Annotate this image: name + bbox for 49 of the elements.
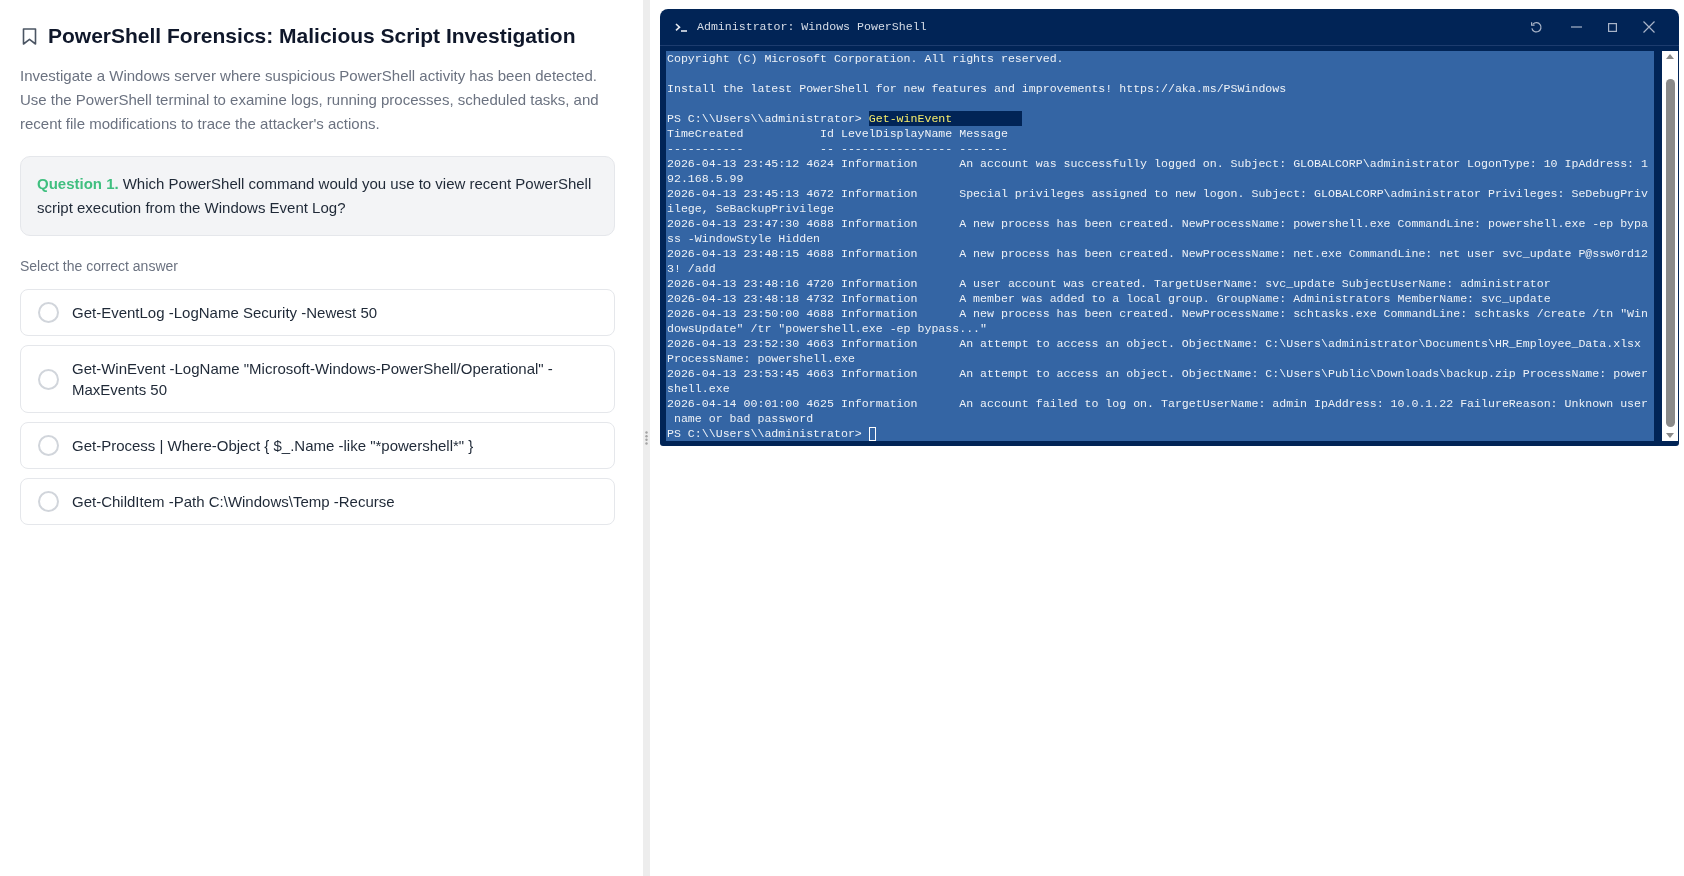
scroll-down-icon[interactable] bbox=[1666, 433, 1674, 438]
radio-button[interactable] bbox=[38, 302, 59, 323]
close-icon[interactable] bbox=[1643, 21, 1655, 33]
console-line: 2026-04-13 23:52:30 4663 Information An attempt to access an object. ObjectName: C:\Users\administrator\Documents\HR_Employee_Data.xlsx bbox=[667, 336, 1642, 351]
maximize-icon[interactable] bbox=[1608, 22, 1617, 32]
console-line: 2026-04-13 23:48:16 4720 Information A user account was created. TargetUserName: svc_update SubjectUserName: administrator bbox=[667, 276, 1551, 291]
answer-option[interactable]: Get-ChildItem -Path C:\Windows\Temp -Recurse bbox=[20, 478, 615, 525]
answer-instruction: Select the correct answer bbox=[20, 257, 179, 275]
scrollbar[interactable] bbox=[1662, 51, 1678, 441]
scroll-up-icon[interactable] bbox=[1666, 54, 1674, 59]
console-line: 2026-04-13 23:48:18 4732 Information A member was added to a local group. GroupName: Administrators MemberName: svc_update bbox=[667, 291, 1551, 306]
console-line: 92.168.5.99 bbox=[667, 171, 744, 186]
bookmark-icon[interactable] bbox=[22, 27, 37, 45]
answer-option[interactable]: Get-EventLog -LogName Security -Newest 50 bbox=[20, 289, 615, 336]
console-line: 2026-04-13 23:45:13 4672 Information Special privileges assigned to new logon. Subject: GLOBALCORP\administrator Privileges: SeDebugPriv bbox=[667, 186, 1648, 201]
console-line: Install the latest PowerShell for new features and improvements! https://aka.ms/PSWindows bbox=[667, 81, 1287, 96]
lesson-description: Investigate a Windows server where suspicious PowerShell activity has been detected. Use the PowerShell terminal to examine logs, running processes, scheduled tasks, and recent file modifications to trace the attacker's actions. bbox=[20, 66, 600, 134]
command-text: Get-winEvent bbox=[868, 111, 1022, 126]
console-line: ProcessName: powershell.exe bbox=[667, 351, 855, 366]
answer-option[interactable]: Get-WinEvent -LogName "Microsoft-Windows-PowerShell/Operational" -MaxEvents 50 bbox=[20, 345, 615, 413]
console-line: ----------- -- ---------------- ------- bbox=[667, 141, 1008, 156]
radio-button[interactable] bbox=[38, 491, 59, 512]
grip-icon bbox=[645, 431, 648, 445]
terminal-prompt-icon bbox=[675, 22, 687, 32]
console-line: 2026-04-14 00:01:00 4625 Information An account failed to log on. TargetUserName: admin IpAddress: 10.0.1.22 FailureReason: Unknown user bbox=[667, 396, 1648, 411]
console-line: shell.exe bbox=[667, 381, 730, 396]
scrollbar-thumb[interactable] bbox=[1665, 79, 1675, 427]
console-line: ilege, SeBackupPrivilege bbox=[667, 201, 834, 216]
console-line: TimeCreated Id LevelDisplayName Message bbox=[667, 126, 1008, 141]
console-line: 3! /add bbox=[667, 261, 716, 276]
window-title: Administrator: Windows PowerShell bbox=[697, 19, 927, 36]
console-line: 2026-04-13 23:50:00 4688 Information A new process has been created. NewProcessName: schtasks.exe CommandLine: schtasks /create /tn "Win bbox=[667, 306, 1648, 321]
question-text: Question 1. Which PowerShell command would you use to view recent PowerShell script execution from the Windows Event Log? bbox=[37, 174, 593, 218]
page-title: PowerShell Forensics: Malicious Script Investigation bbox=[48, 23, 576, 49]
prompt-text: PS C:\\Users\\administrator> bbox=[667, 111, 862, 126]
radio-button[interactable] bbox=[38, 435, 59, 456]
console-line: 2026-04-13 23:47:30 4688 Information A new process has been created. NewProcessName: powershell.exe CommandLine: powershell.exe -ep bypa bbox=[667, 216, 1648, 231]
console-line: dowsUpdate" /tr "powershell.exe -ep bypass..." bbox=[667, 321, 988, 336]
console-line: Copyright (C) Microsoft Corporation. All rights reserved. bbox=[667, 51, 1064, 66]
console-line: name or bad password bbox=[672, 411, 814, 426]
console-line: 2026-04-13 23:53:45 4663 Information An attempt to access an object. ObjectName: C:\Users\Public\Downloads\backup.zip ProcessName: power bbox=[667, 366, 1648, 381]
console-line: ss -WindowStyle Hidden bbox=[667, 231, 821, 246]
answer-option[interactable]: Get-Process | Where-Object { $_.Name -like "*powershell*" } bbox=[20, 422, 615, 469]
refresh-icon[interactable] bbox=[1530, 20, 1543, 34]
text-cursor-icon bbox=[868, 426, 876, 441]
prompt-text: PS C:\\Users\\administrator> bbox=[667, 426, 862, 441]
console-line: 2026-04-13 23:48:15 4688 Information A new process has been created. NewProcessName: net.exe CommandLine: net user svc_update P@ssw0rd12 bbox=[667, 246, 1648, 261]
radio-button[interactable] bbox=[38, 368, 59, 390]
console-line: 2026-04-13 23:45:12 4624 Information An account was successfully logged on. Subject: GLOBALCORP\administrator LogonType: 10 IpAddress: 1 bbox=[667, 156, 1648, 171]
